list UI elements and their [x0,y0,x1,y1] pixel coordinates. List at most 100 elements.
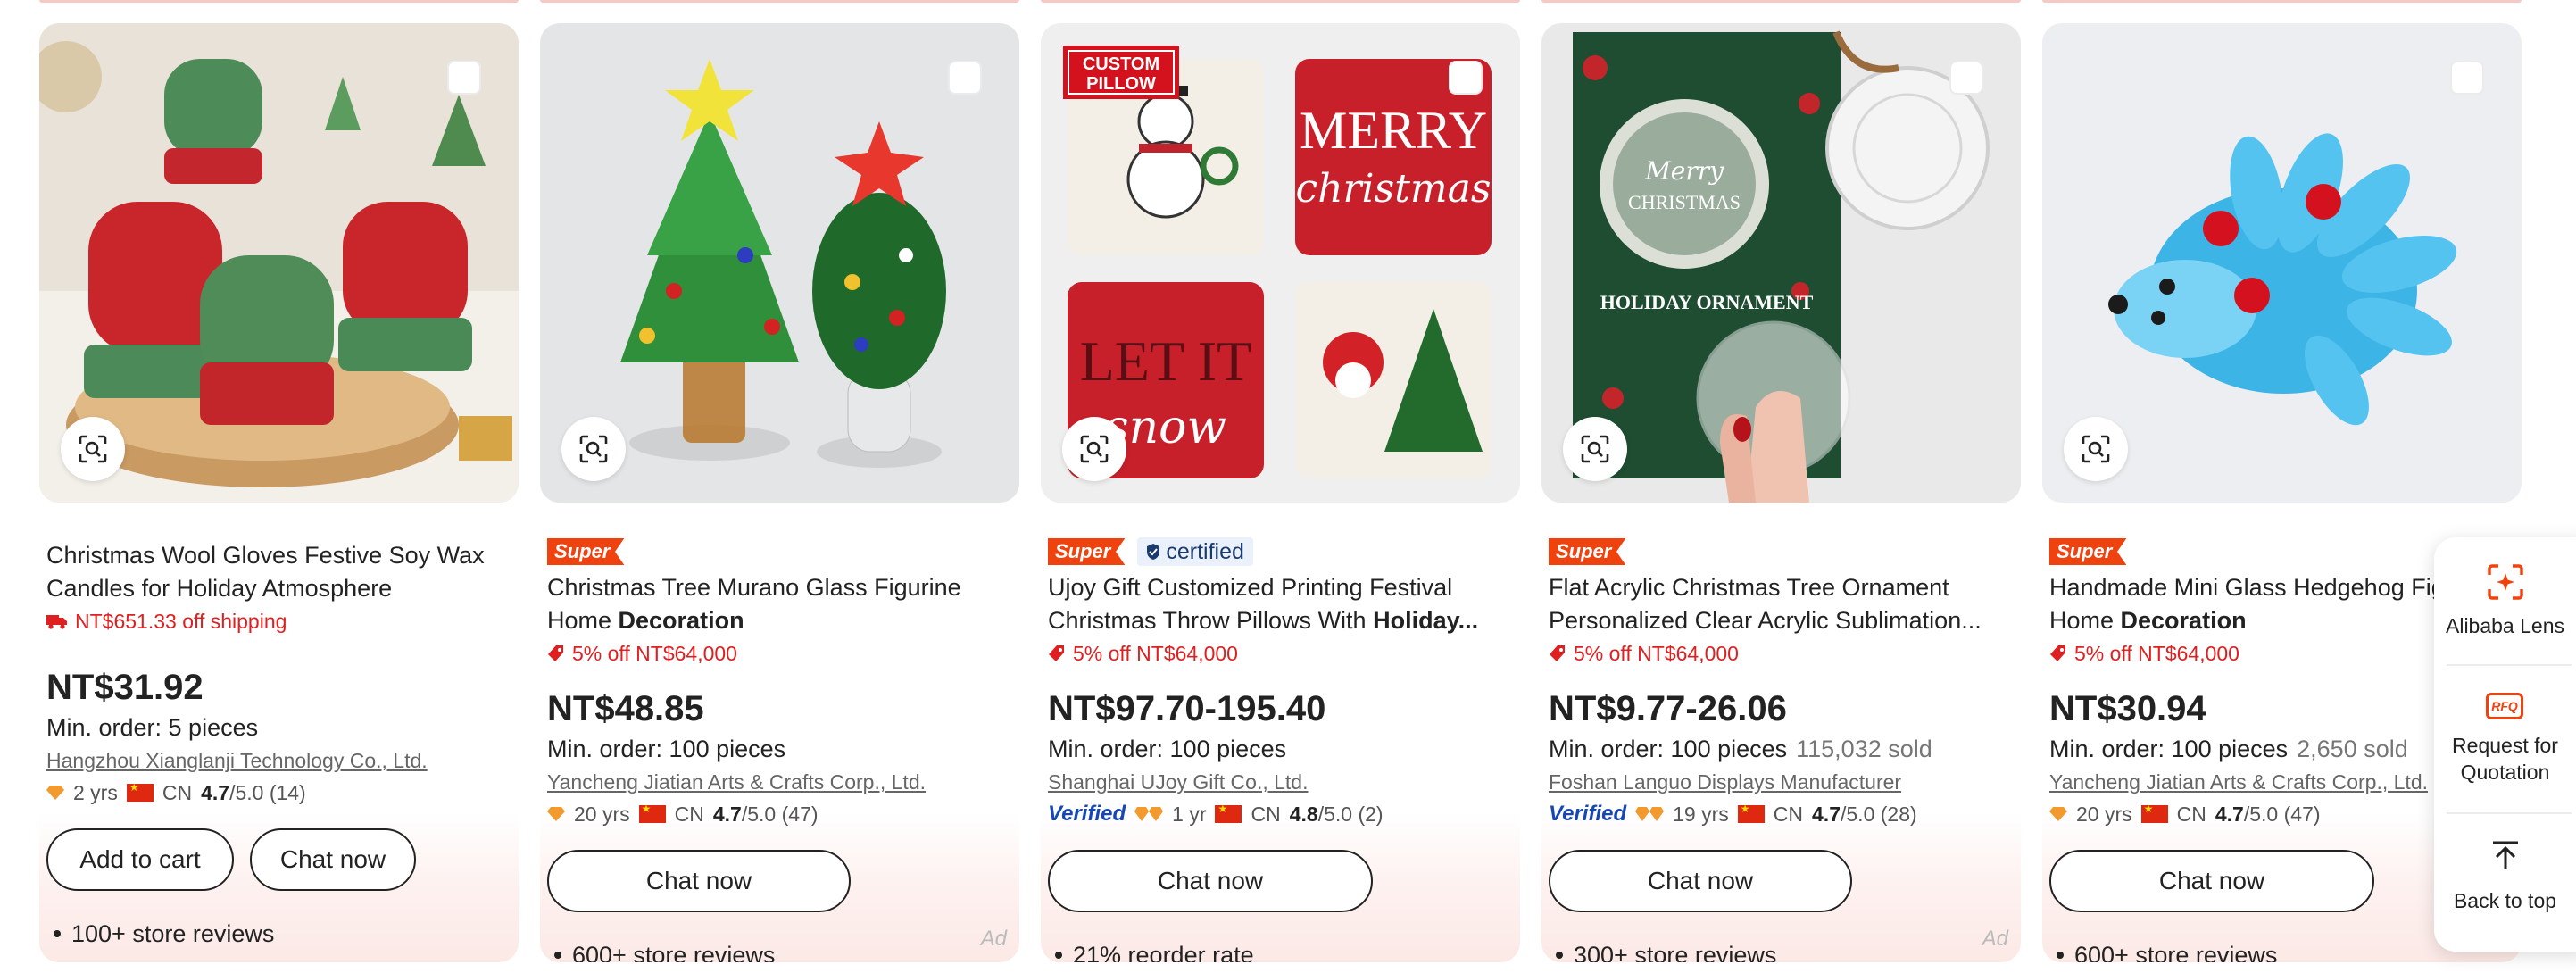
ornament-christmas-text: CHRISTMAS [1628,191,1741,213]
image-search-button[interactable] [2064,417,2128,481]
chat-now-button[interactable]: Chat now [2049,850,2374,912]
discount-promo: 5% off NT$64,000 [1549,637,2013,669]
supplier-rating: 4.7/5.0 (47) [713,803,819,827]
bullet-dot [1055,952,1062,959]
product-image[interactable] [2042,23,2522,503]
china-flag-icon [1737,803,1765,823]
compare-checkbox[interactable] [948,61,982,95]
promo-text: NT$651.33 off shipping [75,609,287,633]
product-price: NT$31.92 [46,668,204,707]
back-to-top-button[interactable]: Back to top [2434,816,2576,941]
product-card[interactable]: MERRY christmas LET IT snow CUSTOM PILLO… [1041,23,1520,962]
compare-checkbox[interactable] [1449,61,1483,95]
china-flag-icon [126,781,154,802]
discount-promo: 5% off NT$64,000 [1048,637,1512,669]
super-supplier-badge: Super [1549,538,1626,565]
supplier-years: 2 yrs [73,780,118,804]
image-search-button[interactable] [1563,417,1627,481]
product-title-text: Christmas Tree Murano Glass Figurine Hom… [547,574,961,634]
product-image[interactable] [540,23,1019,503]
product-card[interactable]: Christmas Wool Gloves Festive Soy Wax Ca… [39,23,519,962]
product-title[interactable]: Christmas Wool Gloves Festive Soy Wax Ca… [46,539,511,605]
rating-suffix: /5.0 (14) [229,780,306,804]
rating-score: 4.8 [1289,802,1318,826]
supplier-country: CN [1251,802,1281,826]
compare-checkbox[interactable] [447,61,481,95]
compare-checkbox[interactable] [1949,61,1983,95]
badge-row: Super certified [1048,537,1512,566]
chat-now-button[interactable]: Chat now [1549,850,1852,912]
previous-row-edge [1041,0,1520,3]
badge-row: Super [1549,537,2013,566]
image-search-button[interactable] [1062,417,1126,481]
image-search-button[interactable] [561,417,626,481]
supplier-country: CN [674,802,704,826]
alibaba-lens-label: Alibaba Lens [2446,614,2564,637]
china-flag-icon [2140,803,2168,823]
rating-suffix: /5.0 (2) [1317,802,1384,826]
supplier-link[interactable]: Yancheng Jiatian Arts & Crafts Corp., Lt… [547,766,1011,798]
reorder-rate: 21% reorder rate [1048,937,1512,962]
compare-checkbox[interactable] [2450,61,2484,95]
product-title[interactable]: Ujoy Gift Customized Printing Festival C… [1048,571,1512,637]
supplier-link[interactable]: Shanghai UJoy Gift Co., Ltd. [1048,766,1512,798]
min-order-text: Min. order: 100 pieces [1048,736,1287,762]
product-card[interactable]: Super Christmas Tree Murano Glass Figuri… [540,23,1019,962]
store-reviews: 100+ store reviews [46,916,511,952]
product-price: NT$9.77-26.06 [1549,689,1787,728]
product-title-text: Handmade Mini Glass Hedgehog Figurine Ho… [2049,574,2498,634]
product-image[interactable]: MERRY christmas LET IT snow CUSTOM PILLO… [1041,23,1520,503]
certified-badge: certified [1137,537,1253,566]
tag-icon [2050,645,2065,661]
supplier-years: 1 yr [1172,802,1207,826]
image-search-icon [79,435,107,463]
image-search-button[interactable] [61,417,125,481]
previous-row-edge [2042,0,2522,3]
supplier-country: CN [2176,802,2206,826]
product-title[interactable]: Flat Acrylic Christmas Tree Ornament Per… [1549,571,2013,637]
min-order-text: Min. order: 100 pieces [2049,736,2289,762]
alibaba-lens-button[interactable]: Alibaba Lens [2434,537,2576,671]
supplier-meta: Verified 19 yrs CN 4.7/5.0 (28) [1549,798,2013,830]
request-for-quotation-button[interactable]: RFQ Request for Quotation [2434,668,2576,811]
product-image[interactable] [39,23,519,503]
ad-label: Ad [1982,927,2008,951]
rating-score: 4.7 [201,780,230,804]
chat-now-button[interactable]: Chat now [547,850,851,912]
pillow-tag-line2: PILLOW [1086,74,1156,94]
chat-now-button[interactable]: Chat now [250,828,416,891]
previous-row-edge [540,0,1019,3]
product-card[interactable]: Merry CHRISTMAS HOLIDAY ORNAMENT Super F… [1541,23,2021,962]
image-search-icon [1581,435,1609,463]
bullet-dot [2057,952,2064,959]
rating-suffix: /5.0 (28) [1841,802,1917,826]
image-search-icon [2082,435,2110,463]
chat-now-button[interactable]: Chat now [1048,850,1373,912]
pillow-let-it-text: LET IT [1080,329,1252,393]
supplier-years: 20 yrs [2076,802,2132,826]
min-order-text: Min. order: 100 pieces [1549,736,1788,762]
side-panel-divider [2447,664,2572,666]
certified-label: certified [1166,538,1244,564]
promo-text: 5% off NT$64,000 [2074,641,2239,665]
supplier-diamond-icon [2049,807,2067,821]
supplier-years: 20 yrs [574,802,630,826]
product-title-bold: Holiday... [1373,607,1479,634]
lens-scan-icon [2488,564,2523,600]
bullet-dot [1556,952,1563,959]
verified-label: Verified [1549,802,1627,826]
pillow-tag-line1: CUSTOM [1083,54,1159,74]
min-order: Min. order: 100 pieces [1048,732,1512,766]
supplier-rating: 4.7/5.0 (14) [201,781,306,805]
supplier-years: 19 yrs [1673,802,1729,826]
add-to-cart-button[interactable]: Add to cart [46,828,234,891]
product-image[interactable]: Merry CHRISTMAS HOLIDAY ORNAMENT [1541,23,2021,503]
back-to-top-label: Back to top [2453,889,2557,912]
image-search-icon [579,435,608,463]
tag-icon [1550,645,1565,661]
sold-count: 115,032 sold [1796,736,1932,762]
product-title[interactable]: Christmas Tree Murano Glass Figurine Hom… [547,571,1011,637]
china-flag-icon [638,803,666,823]
supplier-link[interactable]: Foshan Languo Displays Manufacturer [1549,766,2013,798]
supplier-link[interactable]: Hangzhou Xianglanji Technology Co., Ltd. [46,744,511,777]
